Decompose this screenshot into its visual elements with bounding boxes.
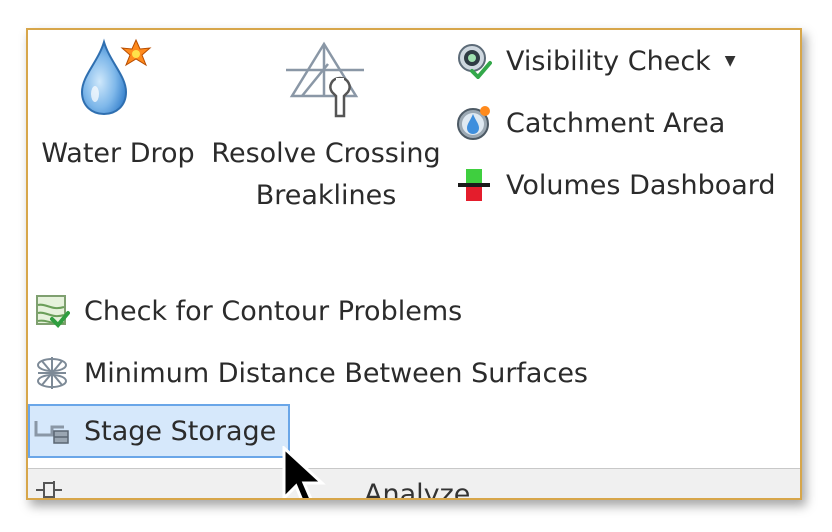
volumes-dashboard-icon — [456, 167, 492, 203]
volumes-dashboard-label: Volumes Dashboard — [506, 169, 776, 201]
minimum-distance-between-surfaces-button[interactable]: Minimum Distance Between Surfaces — [34, 346, 634, 400]
visibility-check-dropdown-arrow-icon[interactable]: ▼ — [725, 53, 736, 69]
resolve-crossing-breaklines-label-line1: Resolve Crossing — [211, 138, 441, 169]
visibility-check-icon — [456, 43, 492, 79]
panel-title: Analyze — [364, 479, 471, 500]
resolve-crossing-breaklines-icon — [284, 38, 368, 124]
analyze-ribbon-panel: Water Drop Resolve Crossing Breaklines V… — [26, 28, 802, 500]
check-contour-problems-icon — [34, 293, 70, 329]
water-drop-button[interactable]: Water Drop — [28, 30, 208, 220]
visibility-check-label: Visibility Check — [506, 45, 711, 77]
resolve-crossing-breaklines-label-line2: Breaklines — [255, 180, 397, 211]
water-drop-label: Water Drop — [41, 138, 195, 169]
catchment-area-button[interactable]: Catchment Area — [456, 96, 796, 150]
panel-title-bar: Analyze — [28, 468, 800, 500]
minimum-distance-between-surfaces-label: Minimum Distance Between Surfaces — [84, 357, 588, 389]
check-contour-problems-button[interactable]: Check for Contour Problems — [34, 284, 534, 338]
stage-storage-icon — [34, 413, 70, 449]
mouse-pointer-icon — [282, 444, 332, 498]
catchment-area-label: Catchment Area — [506, 107, 726, 139]
volumes-dashboard-button[interactable]: Volumes Dashboard — [456, 158, 796, 212]
visibility-check-button[interactable]: Visibility Check ▼ — [456, 34, 796, 88]
stage-storage-label: Stage Storage — [84, 415, 277, 447]
resolve-crossing-breaklines-button[interactable]: Resolve Crossing Breaklines — [208, 30, 444, 220]
minimum-distance-icon — [34, 355, 70, 391]
water-drop-icon — [76, 36, 156, 120]
catchment-area-icon — [456, 105, 492, 141]
pin-icon[interactable] — [34, 479, 64, 498]
check-contour-problems-label: Check for Contour Problems — [84, 295, 463, 327]
stage-storage-button[interactable]: Stage Storage — [28, 404, 290, 458]
